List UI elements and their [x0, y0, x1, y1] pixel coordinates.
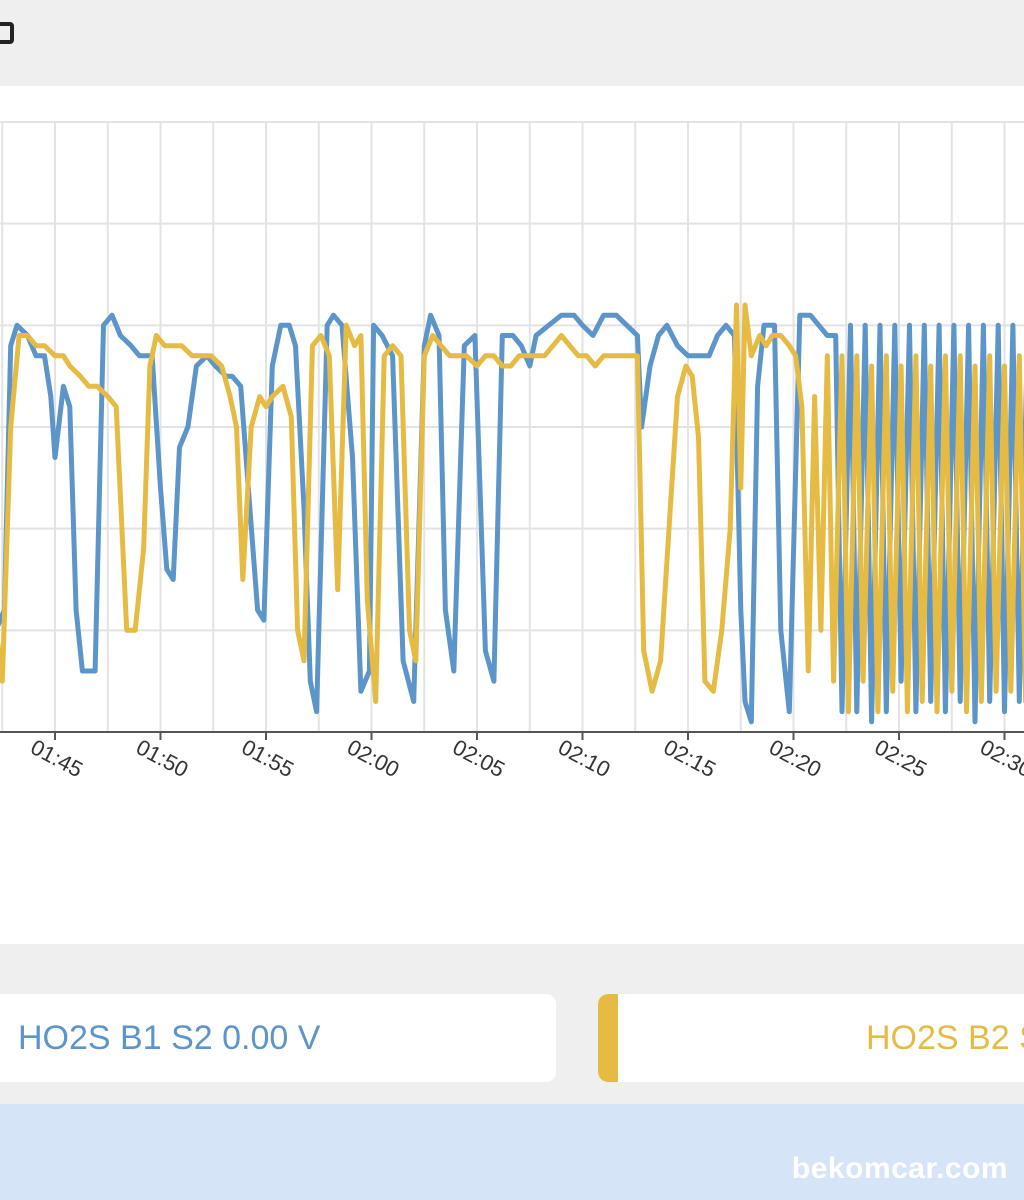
x-tick-label: 02:15 — [660, 734, 720, 782]
x-tick-label: 02:30 — [976, 734, 1024, 782]
x-tick-label: 01:55 — [238, 734, 298, 782]
square-icon[interactable] — [0, 22, 14, 44]
x-tick-label: 02:05 — [449, 734, 509, 782]
top-bar — [0, 0, 1024, 86]
x-tick-label: 02:20 — [765, 734, 825, 782]
x-tick-label: 01:45 — [27, 734, 87, 782]
x-axis: 01:45 01:50 01:55 02:00 02:05 02:10 02:15 02:20… — [0, 731, 1024, 782]
legend-label-b1: HO2S B1 S2 0.00 V — [18, 1018, 321, 1057]
legend-row: HO2S B1 S2 0.00 V HO2S B2 S — [0, 944, 1024, 1104]
chart-card: 01:45 01:50 01:55 02:00 02:05 02:10 02:15 02:20… — [0, 86, 1024, 944]
legend-accent-b2 — [598, 994, 618, 1082]
x-tick-label: 02:00 — [343, 734, 403, 782]
sensor-line-chart: 01:45 01:50 01:55 02:00 02:05 02:10 02:15 02:20… — [0, 121, 1024, 782]
legend-item-b2[interactable]: HO2S B2 S — [598, 994, 1024, 1082]
x-tick-label: 02:25 — [871, 734, 931, 782]
x-tick-label: 02:10 — [554, 734, 614, 782]
legend-label-b2: HO2S B2 S — [866, 1018, 1024, 1057]
series-layer — [0, 302, 1024, 725]
watermark: bekomcar.com — [791, 1152, 1008, 1185]
x-tick-label: 01:50 — [132, 734, 192, 782]
legend-item-b1[interactable]: HO2S B1 S2 0.00 V — [0, 994, 556, 1082]
footer-bar: bekomcar.com — [0, 1104, 1024, 1200]
